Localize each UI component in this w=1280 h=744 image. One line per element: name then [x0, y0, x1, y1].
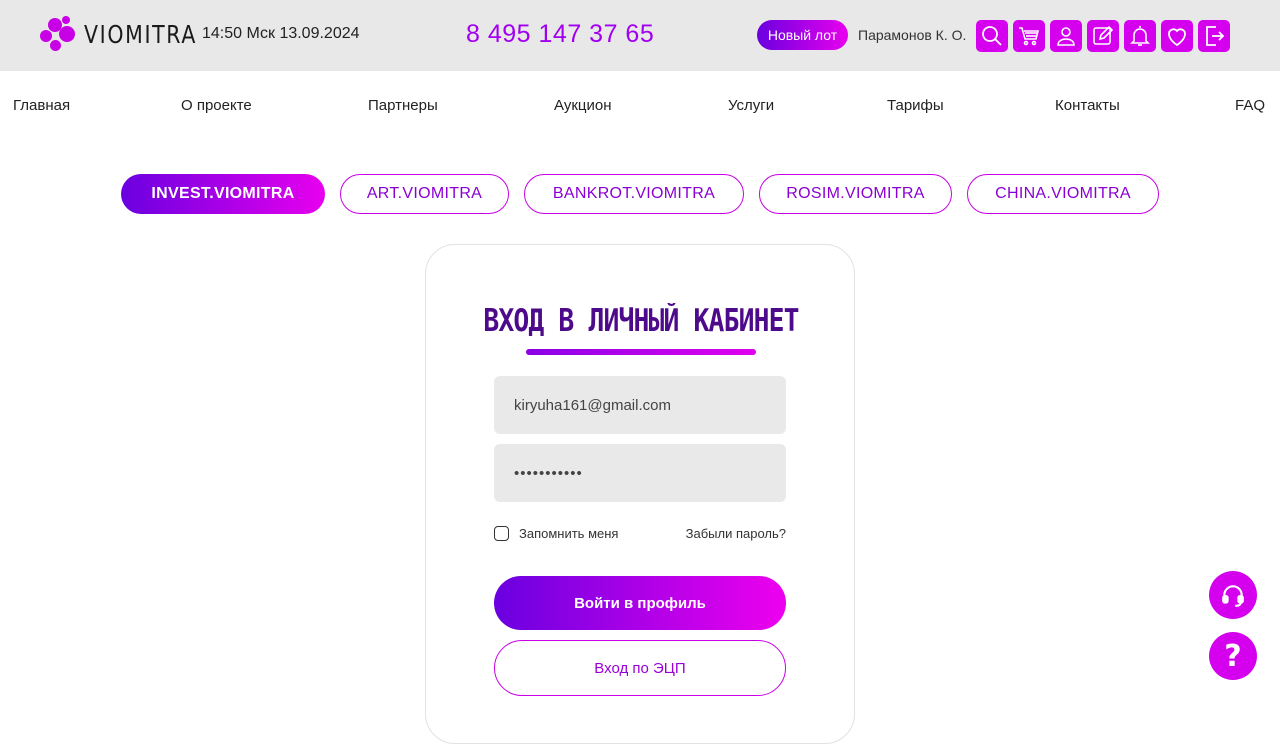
logo-text: VIOMITRA — [84, 19, 198, 49]
nav-item-contacts[interactable]: Контакты — [1055, 97, 1120, 114]
bell-icon[interactable] — [1124, 20, 1156, 52]
logout-icon[interactable] — [1198, 20, 1230, 52]
login-title: Вход в личный кабинет — [483, 303, 799, 339]
new-lot-button[interactable]: Новый лот — [757, 20, 848, 50]
phone-number[interactable]: 8 495 147 37 65 — [466, 20, 654, 49]
login-button[interactable]: Войти в профиль — [494, 576, 786, 630]
nav-item-about[interactable]: О проекте — [181, 97, 252, 114]
title-underline — [526, 349, 756, 355]
tab-bankrot[interactable]: BANKROT.VIOMITRA — [524, 174, 744, 214]
remember-me[interactable]: Запомнить меня — [494, 526, 618, 541]
logo[interactable]: VIOMITRA — [40, 16, 222, 52]
tab-invest[interactable]: INVEST.VIOMITRA — [121, 174, 325, 214]
tab-art[interactable]: ART.VIOMITRA — [340, 174, 509, 214]
nav-item-tariffs[interactable]: Тарифы — [887, 97, 944, 114]
nav-item-partners[interactable]: Партнеры — [368, 97, 438, 114]
nav-item-home[interactable]: Главная — [13, 97, 70, 114]
search-icon[interactable] — [976, 20, 1008, 52]
headset-icon — [1222, 585, 1244, 607]
login-card: Вход в личный кабинет kiryuha161@gmail.c… — [425, 244, 855, 744]
cart-icon[interactable] — [1013, 20, 1045, 52]
main-nav: Главная О проекте Партнеры Аукцион Услуг… — [0, 97, 1280, 117]
nav-item-faq[interactable]: FAQ — [1235, 97, 1265, 114]
support-button[interactable] — [1209, 571, 1257, 619]
remember-label: Запомнить меня — [519, 526, 619, 541]
nav-item-auction[interactable]: Аукцион — [554, 97, 612, 114]
tab-china[interactable]: CHINA.VIOMITRA — [967, 174, 1159, 214]
email-field[interactable]: kiryuha161@gmail.com — [494, 376, 786, 434]
ecp-login-button[interactable]: Вход по ЭЦП — [494, 640, 786, 696]
heart-icon[interactable] — [1161, 20, 1193, 52]
password-field[interactable]: ••••••••••• — [494, 444, 786, 502]
remember-checkbox[interactable] — [494, 526, 509, 541]
nav-item-services[interactable]: Услуги — [728, 97, 774, 114]
header-icons — [976, 20, 1235, 52]
username[interactable]: Парамонов К. О. — [858, 27, 966, 43]
tab-rosim[interactable]: ROSIM.VIOMITRA — [759, 174, 952, 214]
help-button[interactable]: ? — [1209, 632, 1257, 680]
edit-icon[interactable] — [1087, 20, 1119, 52]
top-bar: VIOMITRA 14:50 Мск 13.09.2024 8 495 147 … — [0, 0, 1280, 71]
logo-icon — [40, 16, 76, 52]
forgot-password-link[interactable]: Забыли пароль? — [686, 526, 786, 541]
clock: 14:50 Мск 13.09.2024 — [202, 25, 360, 42]
user-icon[interactable] — [1050, 20, 1082, 52]
